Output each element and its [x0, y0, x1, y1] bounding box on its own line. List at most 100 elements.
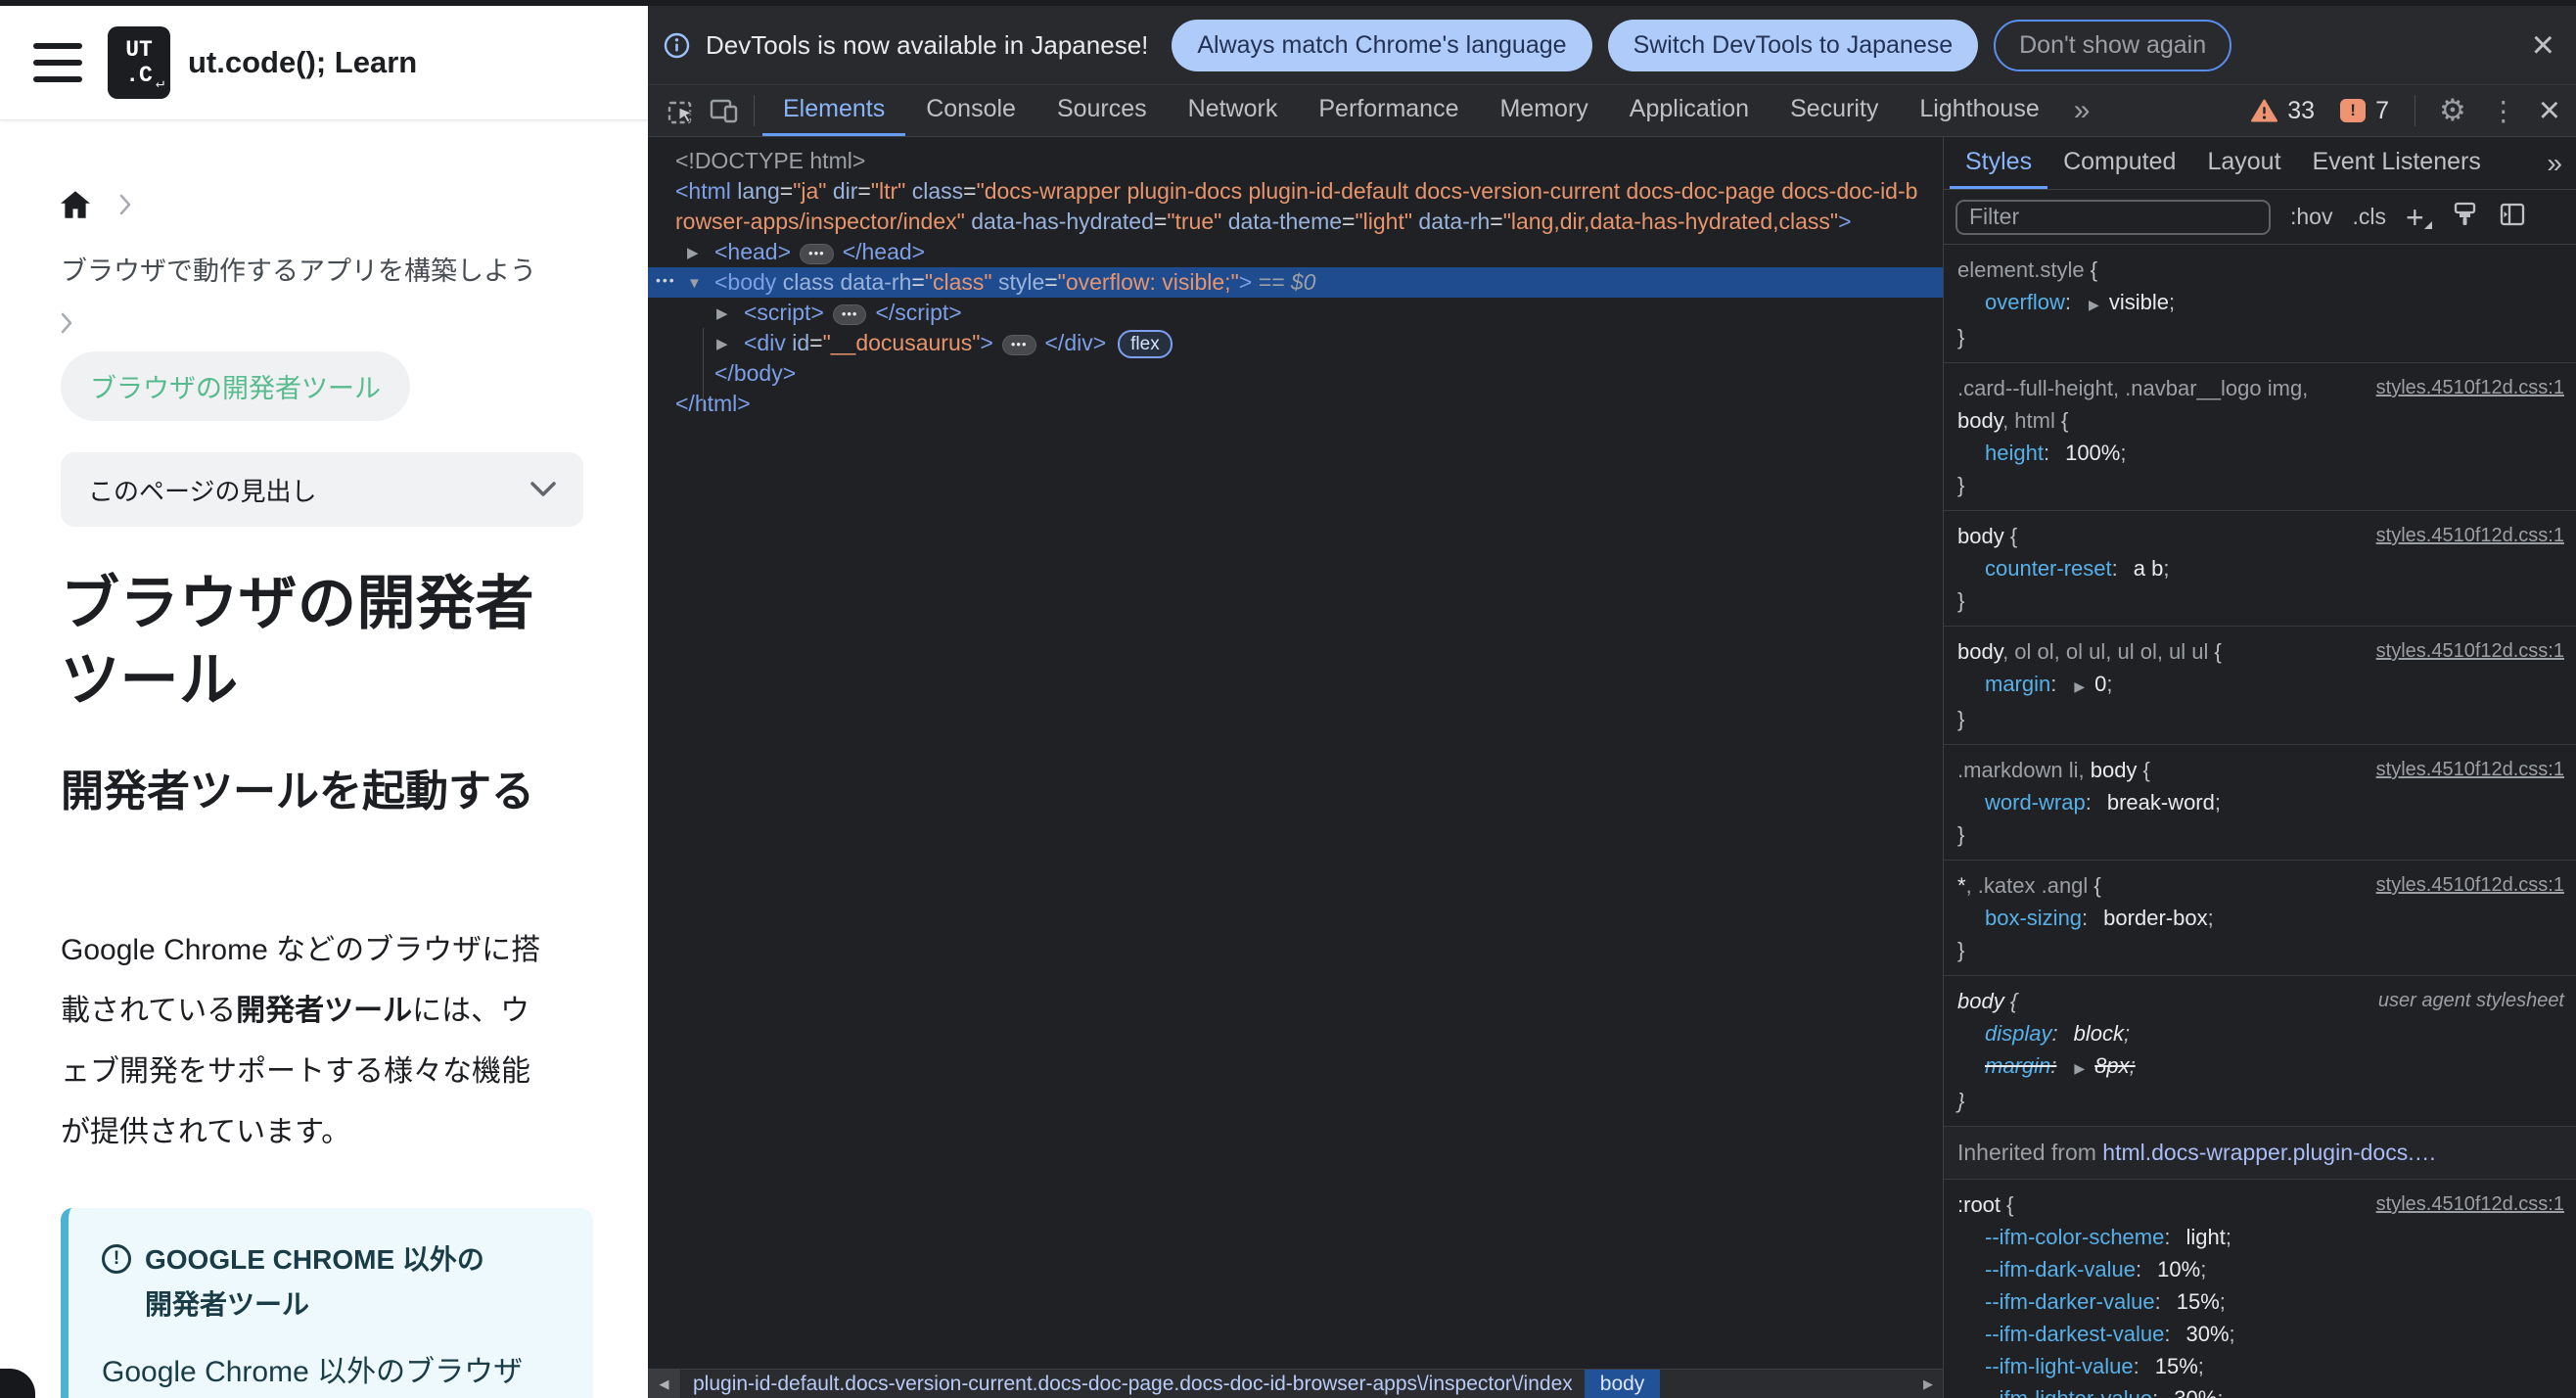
- css-selector-line[interactable]: element.style {: [1957, 254, 2564, 286]
- more-tabs-icon[interactable]: »: [2060, 85, 2104, 136]
- expand-shorthand-icon[interactable]: ▶: [2074, 678, 2085, 694]
- devtools-tab-memory[interactable]: Memory: [1479, 85, 1608, 136]
- css-selector-line[interactable]: styles.4510f12d.css:1 .card--full-height,…: [1957, 372, 2564, 437]
- stylesheet-source-link[interactable]: styles.4510f12d.css:1: [2376, 1188, 2564, 1221]
- selector-part: body: [1957, 639, 2003, 664]
- css-selector-line[interactable]: user agent stylesheet body {: [1957, 985, 2564, 1017]
- styles-filter-input[interactable]: [1955, 199, 2271, 235]
- stylesheet-source-link[interactable]: styles.4510f12d.css:1: [2376, 372, 2564, 404]
- more-options-kebab-icon[interactable]: ⋮: [2482, 95, 2525, 127]
- css-property[interactable]: margin: ▶ 8px;: [1957, 1049, 2564, 1085]
- crumb-path[interactable]: plugin-id-default.docs-version-current.d…: [681, 1370, 1585, 1398]
- devtools-close-icon[interactable]: ×: [2539, 92, 2560, 129]
- dom-tree-line[interactable]: <html lang="ja" dir="ltr" class="docs-wr…: [648, 176, 1920, 237]
- stylesheet-source-link[interactable]: styles.4510f12d.css:1: [2376, 520, 2564, 552]
- css-property[interactable]: --ifm-darker-value: 15%;: [1957, 1285, 2564, 1318]
- settings-gear-icon[interactable]: ⚙: [2433, 93, 2472, 128]
- sidebar-more-tabs-icon[interactable]: »: [2533, 137, 2576, 189]
- css-property[interactable]: counter-reset: a b;: [1957, 552, 2564, 584]
- css-property[interactable]: word-wrap: break-word;: [1957, 786, 2564, 818]
- flex-badge[interactable]: flex: [1118, 330, 1173, 358]
- dom-tree-line[interactable]: ••• ▼ <body class data-rh="class" style="o…: [648, 267, 1943, 298]
- menu-button[interactable]: [33, 43, 82, 82]
- expand-shorthand-icon[interactable]: ▶: [2074, 1060, 2085, 1076]
- dom-tree: <!DOCTYPE html> <html lang="ja" dir="ltr"…: [648, 137, 1943, 1369]
- selector-part: :root: [1957, 1192, 2007, 1217]
- node-menu-dots-icon[interactable]: •••: [656, 265, 676, 296]
- devtools-tab-lighthouse[interactable]: Lighthouse: [1899, 85, 2059, 136]
- collapsed-children-ellipsis[interactable]: •••: [1001, 335, 1036, 355]
- page-toc-dropdown[interactable]: このページの見出し: [61, 452, 583, 527]
- stylesheet-source-link[interactable]: styles.4510f12d.css:1: [2376, 869, 2564, 902]
- dock-sidebar-icon[interactable]: [2499, 202, 2526, 232]
- dom-tree-line[interactable]: <!DOCTYPE html>: [648, 146, 1943, 176]
- expand-shorthand-icon[interactable]: ▶: [2089, 297, 2099, 312]
- devtools-tab-network[interactable]: Network: [1168, 85, 1299, 136]
- css-property[interactable]: height: 100%;: [1957, 437, 2564, 469]
- crumb-scroll-left[interactable]: ◀: [648, 1370, 681, 1398]
- dom-tree-line[interactable]: ▶ <div id="__docusaurus"> ••• </div> flex: [648, 328, 1943, 358]
- selector-part: element.style: [1957, 257, 2091, 282]
- expand-node-icon[interactable]: ▶: [716, 299, 728, 329]
- code-token-attr: data-rh: [840, 269, 912, 295]
- dom-tree-line[interactable]: </html>: [648, 389, 1943, 419]
- collapsed-children-ellipsis[interactable]: •••: [800, 244, 834, 264]
- css-selector-line[interactable]: styles.4510f12d.css:1 *, .katex .angl {: [1957, 869, 2564, 902]
- devtools-tab-console[interactable]: Console: [905, 85, 1036, 136]
- css-property[interactable]: box-sizing: border-box;: [1957, 902, 2564, 934]
- sidebar-tab-event-listeners[interactable]: Event Listeners: [2297, 137, 2497, 189]
- devtools-tab-security[interactable]: Security: [1770, 85, 1899, 136]
- new-style-rule-icon[interactable]: +: [2406, 202, 2432, 233]
- code-token-tag: </html>: [675, 391, 751, 416]
- infobar-close-icon[interactable]: ×: [2532, 25, 2554, 65]
- inherited-element-link[interactable]: html.docs-wrapper.plugin-docs.…: [2102, 1140, 2436, 1165]
- rendering-brush-icon[interactable]: [2452, 201, 2479, 233]
- collapsed-children-ellipsis[interactable]: •••: [832, 304, 867, 325]
- pseudo-state-toggle[interactable]: :hov: [2290, 204, 2332, 230]
- css-property[interactable]: --ifm-darkest-value: 30%;: [1957, 1318, 2564, 1350]
- sidebar-tab-computed[interactable]: Computed: [2047, 137, 2191, 189]
- css-property[interactable]: --ifm-dark-value: 10%;: [1957, 1253, 2564, 1285]
- css-selector-line[interactable]: styles.4510f12d.css:1 body, ol ol, ol ul,…: [1957, 635, 2564, 668]
- sidebar-tab-layout[interactable]: Layout: [2191, 137, 2296, 189]
- match-chrome-language-button[interactable]: Always match Chrome's language: [1172, 19, 1592, 71]
- crumb-scroll-right[interactable]: ▶: [1913, 1370, 1943, 1398]
- breadcrumb-item-section[interactable]: ブラウザで動作するアプリを構築しよう: [61, 252, 536, 291]
- css-property[interactable]: --ifm-lighter-value:30%;: [1957, 1382, 2564, 1398]
- switch-devtools-japanese-button[interactable]: Switch DevTools to Japanese: [1607, 19, 1979, 71]
- expand-node-icon[interactable]: ▶: [687, 238, 699, 268]
- dont-show-again-button[interactable]: Don't show again: [1994, 19, 2232, 71]
- stylesheet-source-link[interactable]: styles.4510f12d.css:1: [2376, 635, 2564, 668]
- stylesheet-source-link[interactable]: styles.4510f12d.css:1: [2376, 754, 2564, 786]
- css-property[interactable]: margin: ▶ 0;: [1957, 668, 2564, 703]
- css-property[interactable]: overflow: ▶ visible;: [1957, 286, 2564, 321]
- element-classes-toggle[interactable]: .cls: [2352, 204, 2386, 230]
- crumb-selected-body[interactable]: body: [1584, 1370, 1661, 1398]
- code-token-tag: <script>: [744, 300, 824, 325]
- dom-tree-line[interactable]: ▶ <head> ••• </head>: [648, 237, 1943, 267]
- sidebar-tab-styles[interactable]: Styles: [1950, 137, 2048, 189]
- devtools-tab-sources[interactable]: Sources: [1036, 85, 1168, 136]
- devtools-tab-performance[interactable]: Performance: [1298, 85, 1479, 136]
- css-property[interactable]: display: block;: [1957, 1017, 2564, 1049]
- code-token-val: "true": [1167, 209, 1222, 234]
- devtools-tab-elements[interactable]: Elements: [762, 85, 906, 136]
- site-title[interactable]: ut.code(); Learn: [188, 45, 417, 80]
- expand-node-icon[interactable]: ▶: [716, 329, 728, 359]
- collapse-node-icon[interactable]: ▼: [687, 268, 702, 299]
- warnings-counter[interactable]: 33: [2243, 97, 2323, 125]
- css-selector-line[interactable]: styles.4510f12d.css:1 .markdown li, body …: [1957, 754, 2564, 786]
- home-icon[interactable]: [61, 191, 90, 218]
- site-logo[interactable]: UT .C ↵: [108, 26, 170, 99]
- devtools-tab-application[interactable]: Application: [1609, 85, 1770, 136]
- dom-tree-line[interactable]: ▶ <script> ••• </script>: [648, 298, 1943, 328]
- inherited-from-header: Inherited from html.docs-wrapper.plugin-…: [1944, 1127, 2576, 1180]
- css-selector-line[interactable]: styles.4510f12d.css:1:root {: [1957, 1188, 2564, 1221]
- css-property[interactable]: --ifm-light-value: 15%;: [1957, 1350, 2564, 1382]
- css-selector-line[interactable]: styles.4510f12d.css:1 body {: [1957, 520, 2564, 552]
- inspect-element-icon[interactable]: [660, 85, 703, 136]
- issues-counter[interactable]: ! 7: [2332, 97, 2397, 125]
- device-toolbar-icon[interactable]: [703, 85, 746, 136]
- css-property[interactable]: --ifm-color-scheme: light;: [1957, 1221, 2564, 1253]
- dom-tree-line[interactable]: </body>: [648, 358, 1943, 389]
